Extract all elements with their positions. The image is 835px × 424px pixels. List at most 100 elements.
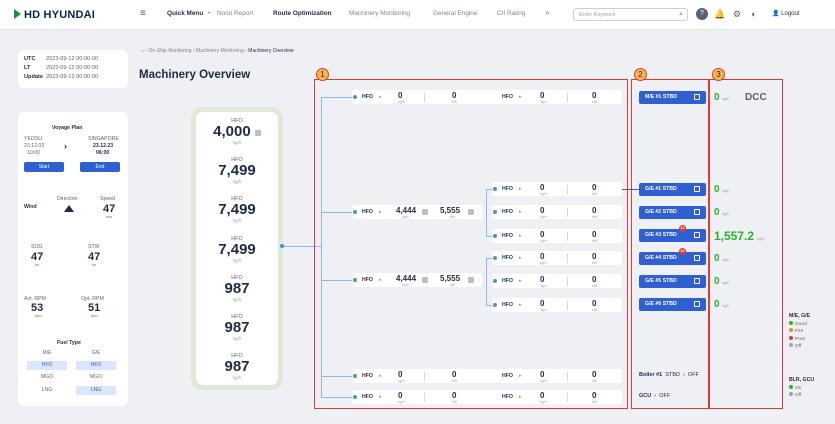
flow-row-ge6: HFO ▸ 0 kg/h 0 kW xyxy=(492,298,622,312)
utc-time: 2023-09-12 00:00:00 xyxy=(46,56,98,62)
sog-label: SOG xyxy=(31,244,43,250)
fuel-me-lng[interactable]: LNG xyxy=(27,386,67,395)
wind-speed-unit: m/s xyxy=(106,215,113,219)
section-3-box xyxy=(709,79,783,409)
flow-row-me: HFO ▸ 0 kg/h 0 kW HFO ▸ 0 kg/h 0 kW xyxy=(352,90,622,104)
end-button[interactable]: End xyxy=(80,162,120,172)
theme-icon[interactable]: ◐ xyxy=(748,8,760,20)
external-link-icon xyxy=(694,209,700,215)
legend-me-ge: M/E, G/E Good Fire Poor Off xyxy=(789,313,811,349)
flow-row-boiler: HFO ▸ 0 kg/h 0 kW HFO ▸ 0 kg/h 0 kW xyxy=(352,369,622,383)
hfo-item: HFO 987 kg/h xyxy=(224,314,250,341)
me1-consumption: 0 kg/h xyxy=(714,92,730,103)
menu-icon[interactable]: ≡ xyxy=(140,8,146,19)
section-1-marker: 1 xyxy=(316,68,329,81)
legend-blr-gcu: BLR, GCU On Off xyxy=(789,377,815,398)
flow-row-ge5: HFO ▸ 0 kg/h 0 kW xyxy=(492,274,622,288)
update-time: 2023-09-12 00:00:00 xyxy=(46,74,98,80)
origin-port: YEOSU xyxy=(24,136,43,142)
ge4-stbd-button[interactable]: G/E #4 STBD 41 xyxy=(639,248,706,265)
nav-general-engine[interactable]: General Engine xyxy=(433,10,477,17)
ge2-stbd-button[interactable]: G/E #2 STBD xyxy=(639,206,706,219)
opt-rpm-value: 51 xyxy=(88,302,101,314)
section-1-box xyxy=(314,79,628,409)
route-arrow-icon: › xyxy=(64,141,67,151)
direction-label: Direction xyxy=(57,196,78,202)
fuel-me-hfo[interactable]: HFO xyxy=(27,361,67,370)
help-icon[interactable]: ? xyxy=(696,8,708,20)
dcc-status: DCC xyxy=(745,92,767,103)
hfo-item: HFO 987 kg/h xyxy=(224,353,250,380)
hfo-consumption-panel: HFO 4,000 kg/h HFO 7,499 kg/h HFO 7,499 kg/h … xyxy=(191,107,283,390)
me1-stbd-button[interactable]: M/E #1 STBD xyxy=(639,91,706,104)
fuel-ge-mgo[interactable]: MGO xyxy=(76,373,116,382)
alarm-badge: 41 xyxy=(679,225,686,232)
connector-dot xyxy=(280,244,284,248)
alarm-icon[interactable]: 🔔 xyxy=(714,8,726,20)
origin-time: 10:00 xyxy=(27,150,40,156)
nav-route-optimization[interactable]: Route Optimization xyxy=(273,10,332,17)
act-rpm-value: 53 xyxy=(31,302,44,314)
section-2-marker: 2 xyxy=(634,68,647,81)
flow-merge-2: HFO ▸ 4,444 kg/h 5,555 kW xyxy=(352,273,482,287)
ge2-consumption: 0 kg/h xyxy=(714,207,730,218)
hfo-item: HFO 7,499 kg/h xyxy=(218,196,256,223)
search-input[interactable]: Enter Keyword ⌕ xyxy=(573,8,688,21)
home-icon[interactable]: ⌂ xyxy=(141,48,144,54)
fuel-me-mgo[interactable]: MGO xyxy=(27,373,67,382)
opt-rpm-unit: rpm xyxy=(91,314,98,318)
sog-value: 47 xyxy=(31,251,44,263)
wind-direction-icon xyxy=(64,205,74,212)
speed-label: Speed xyxy=(100,196,116,202)
external-link-icon xyxy=(694,278,700,284)
flow-row-gcu: HFO ▸ 0 kg/h 0 kW HFO ▸ 0 kg/h 0 kW xyxy=(352,390,622,404)
lt-time: 2023-09-12 00:00:00 xyxy=(46,65,98,71)
ge5-consumption: 0 kg/h xyxy=(714,276,730,287)
flow-row-ge1: HFO ▸ 0 kg/h 0 kW xyxy=(492,182,622,196)
hfo-item: HFO 7,499 kg/h xyxy=(218,157,256,184)
ge1-consumption: 0 kg/h xyxy=(714,184,730,195)
fuel-col-ge: G/E xyxy=(91,350,101,356)
fuel-type-title: Fuel Type xyxy=(57,340,81,346)
hfo-item: HFO 4,000 kg/h xyxy=(196,118,278,145)
nav-cii-rating[interactable]: CII Rating xyxy=(497,10,525,17)
ge3-stbd-button[interactable]: G/E #3 STBD 41 xyxy=(639,225,706,242)
connector-line xyxy=(622,189,639,190)
top-bar xyxy=(0,0,835,30)
breadcrumb: ⌂ › On-Ship Monitoring › Machinery Monit… xyxy=(141,48,294,54)
boiler-status: Boiler #1 STBD › OFF xyxy=(639,372,699,378)
logo[interactable]: HD HYUNDAI xyxy=(14,9,95,21)
fuel-ge-hfo[interactable]: HFO xyxy=(76,361,116,370)
ge4-consumption: 0 kg/h xyxy=(714,253,730,264)
destination-date: 23.12.23 xyxy=(93,143,114,149)
sog-unit: kn xyxy=(35,263,40,267)
destination-time: 06:00 xyxy=(96,150,110,156)
wind-label: Wind xyxy=(24,204,37,210)
act-rpm-unit: rpm xyxy=(35,314,42,318)
ge3-consumption: 1,557.2 kg/h xyxy=(714,229,765,243)
fuel-ge-lng[interactable]: LNG xyxy=(76,386,116,395)
external-link-icon xyxy=(694,255,700,261)
ge6-stbd-button[interactable]: G/E #6 STBD xyxy=(639,298,706,311)
logout-button[interactable]: 👤 Logout xyxy=(772,10,800,17)
external-link-icon xyxy=(694,94,700,100)
ge6-consumption: 0 kg/h xyxy=(714,299,730,310)
nav-machinery-monitoring[interactable]: Machinery Monitoring xyxy=(349,10,410,17)
external-link-icon xyxy=(694,186,700,192)
nav-quick-menu[interactable]: Quick Menu xyxy=(167,10,203,17)
start-button[interactable]: Start xyxy=(24,162,64,172)
flow-merge-1: HFO ▸ 4,444 kg/h 5,555 kW xyxy=(352,205,482,219)
page-title: Machinery Overview xyxy=(139,69,251,81)
stw-value: 47 xyxy=(88,251,101,263)
logo-mark-icon xyxy=(14,9,21,19)
info-icon[interactable] xyxy=(254,130,261,136)
search-icon[interactable]: ⌕ xyxy=(679,11,683,19)
settings-icon[interactable]: ⚙ xyxy=(731,8,743,20)
nav-noon-report[interactable]: Noon Report xyxy=(217,10,253,17)
ge5-stbd-button[interactable]: G/E #5 STBD xyxy=(639,275,706,288)
time-info-card: UTC 2023-09-12 00:00:00 LT 2023-09-12 00:0… xyxy=(18,50,128,88)
ge1-stbd-button[interactable]: G/E #1 STBD xyxy=(639,183,706,196)
nav-more-icon[interactable]: » xyxy=(545,8,549,17)
wind-speed: 47 xyxy=(103,203,116,215)
fuel-col-me: M/E xyxy=(42,350,52,356)
